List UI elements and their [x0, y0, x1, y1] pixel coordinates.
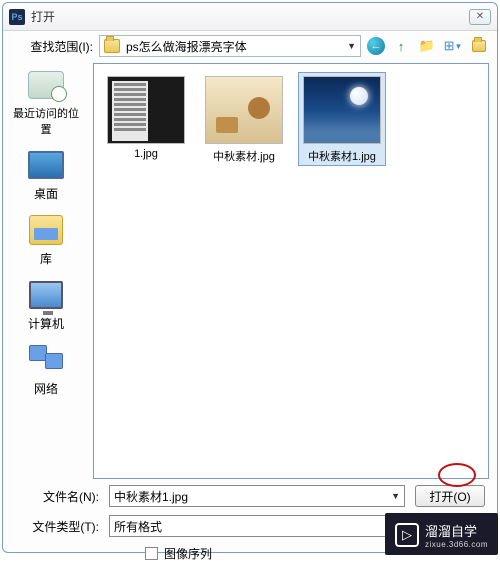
place-desktop[interactable]: 桌面: [9, 147, 83, 202]
nav-newfolder-button[interactable]: 📁: [417, 36, 437, 56]
dialog-title: 打开: [31, 8, 469, 25]
look-in-value: ps怎么做海报漂亮字体: [126, 38, 341, 55]
open-button[interactable]: 打开(O): [415, 485, 485, 507]
file-item[interactable]: 中秋素材.jpg: [200, 72, 288, 166]
look-in-row: 查找范围(I): ps怎么做海报漂亮字体 ▼ ← ↑ 📁 ⊞ ▼: [3, 31, 497, 61]
nav-up-button[interactable]: ↑: [391, 36, 411, 56]
sequence-checkbox[interactable]: [145, 547, 158, 560]
place-libraries[interactable]: 库: [9, 212, 83, 267]
watermark-brand: 溜溜自学: [425, 524, 477, 539]
filename-label: 文件名(N):: [15, 488, 99, 505]
recent-icon: [28, 71, 64, 99]
watermark-url: zixue.3d66.com: [425, 540, 488, 549]
filetype-label: 文件类型(T):: [15, 518, 99, 535]
file-item[interactable]: 1.jpg: [102, 72, 190, 166]
file-list[interactable]: 1.jpg 中秋素材.jpg 中秋素材1.jpg: [93, 63, 489, 479]
file-name: 中秋素材1.jpg: [300, 148, 384, 164]
place-computer[interactable]: 计算机: [9, 277, 83, 332]
body-area: 最近访问的位置 桌面 库 计算机 网络 1.jpg: [3, 61, 497, 481]
app-icon: Ps: [9, 9, 25, 25]
open-dialog: Ps 打开 ✕ 查找范围(I): ps怎么做海报漂亮字体 ▼ ← ↑ 📁 ⊞ ▼…: [2, 2, 498, 553]
network-icon: [29, 345, 63, 375]
file-name: 1.jpg: [104, 148, 188, 160]
close-button[interactable]: ✕: [469, 9, 491, 25]
nav-views-button[interactable]: ⊞ ▼: [443, 36, 463, 56]
folder-icon: [104, 39, 120, 53]
computer-icon: [29, 281, 63, 309]
folder-icon: [472, 40, 486, 52]
file-name: 中秋素材.jpg: [202, 148, 286, 164]
play-icon: ▷: [395, 523, 419, 547]
look-in-label: 查找范围(I):: [11, 38, 93, 55]
libraries-icon: [29, 215, 63, 245]
place-network[interactable]: 网络: [9, 342, 83, 397]
file-thumbnail: [107, 76, 185, 144]
sequence-label: 图像序列: [164, 545, 212, 562]
titlebar: Ps 打开 ✕: [3, 3, 497, 31]
chevron-down-icon: ▼: [347, 41, 356, 51]
watermark: ▷ 溜溜自学 zixue.3d66.com: [385, 513, 498, 555]
chevron-down-icon: ▼: [391, 491, 400, 501]
file-item-selected[interactable]: 中秋素材1.jpg: [298, 72, 386, 166]
nav-back-button[interactable]: ←: [367, 37, 385, 55]
look-in-combo[interactable]: ps怎么做海报漂亮字体 ▼: [99, 35, 361, 57]
desktop-icon: [28, 151, 64, 179]
nav-extra-button[interactable]: [469, 36, 489, 56]
nav-icons: ← ↑ 📁 ⊞ ▼: [367, 36, 489, 56]
filetype-combo[interactable]: 所有格式 ▼: [109, 515, 405, 537]
place-recent[interactable]: 最近访问的位置: [9, 67, 83, 137]
filename-combo[interactable]: 中秋素材1.jpg ▼: [109, 485, 405, 507]
file-thumbnail: [205, 76, 283, 144]
places-bar: 最近访问的位置 桌面 库 计算机 网络: [3, 61, 89, 481]
file-thumbnail: [303, 76, 381, 144]
